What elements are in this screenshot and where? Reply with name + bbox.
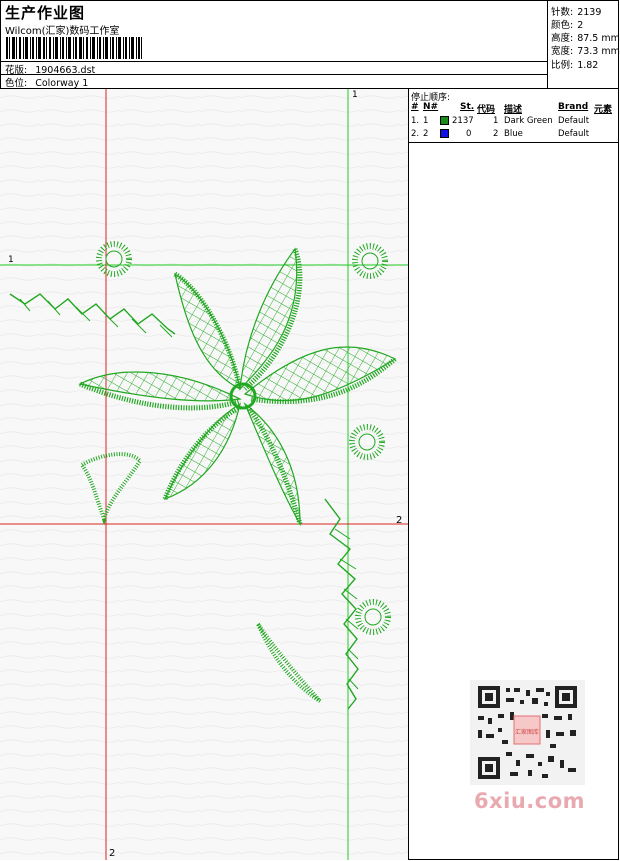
color-swatch bbox=[440, 116, 449, 125]
col-header: 描述 bbox=[504, 105, 523, 115]
col-header: # bbox=[411, 102, 419, 112]
sheet-header: 生产作业图 Wilcom(汇家)数码工作室 花版: 1904663.dst 色位… bbox=[0, 0, 620, 89]
col-header: Brand bbox=[558, 102, 589, 112]
stat-value: 73.3 mm bbox=[577, 46, 620, 57]
row-n: 2 bbox=[423, 129, 429, 139]
row-desc: Blue bbox=[504, 129, 523, 139]
stat-height: 高度: 87.5 mm bbox=[551, 30, 620, 44]
stat-value: 1.82 bbox=[577, 60, 599, 71]
design-canvas: 1 1 2 2 bbox=[0, 89, 409, 860]
colorway-row: 色位: Colorway 1 bbox=[5, 75, 88, 89]
stat-stitches: 针数: 2139 bbox=[551, 4, 601, 18]
col-header: St. bbox=[460, 102, 475, 112]
row-index: 1. bbox=[411, 116, 420, 126]
design-stats: 针数: 2139 颜色: 2 高度: 87.5 mm 宽度: 73.3 mm 比例: 1.… bbox=[547, 0, 620, 88]
stat-scale: 比例: 1.82 bbox=[551, 57, 598, 71]
colorway-value: Colorway 1 bbox=[35, 78, 89, 89]
row-stitches: 2137 bbox=[452, 116, 474, 126]
company-name: Wilcom(汇家)数码工作室 bbox=[5, 26, 120, 37]
col-header: 元素 bbox=[594, 105, 613, 115]
row-code: 2 bbox=[493, 129, 499, 139]
colorway-label: 色位: bbox=[5, 78, 28, 89]
guide-label: 1 bbox=[352, 90, 358, 100]
row-index: 2. bbox=[411, 129, 420, 139]
embroidery-preview: 1 1 2 2 bbox=[0, 89, 408, 860]
row-brand: Default bbox=[558, 116, 590, 126]
guide-label: 1 bbox=[8, 255, 14, 265]
stat-label: 宽度: bbox=[551, 46, 574, 57]
watermark-qr-code: 汇家图库 bbox=[470, 680, 585, 785]
row-brand: Default bbox=[558, 129, 590, 139]
row-stitches: 0 bbox=[466, 129, 472, 139]
col-header: 代码 bbox=[477, 105, 496, 115]
row-n: 1 bbox=[423, 116, 429, 126]
sheet-title: 生产作业图 bbox=[5, 4, 86, 22]
barcode bbox=[6, 37, 142, 59]
stat-label: 比例: bbox=[551, 60, 574, 71]
col-header: N# bbox=[423, 102, 439, 112]
stop-sequence-panel: 停止顺序: # N# St. 代码 描述 Brand 元素 1. 1 2137 … bbox=[409, 89, 619, 143]
stat-colors: 颜色: 2 bbox=[551, 17, 583, 31]
guide-label: 2 bbox=[396, 515, 402, 526]
row-code: 1 bbox=[493, 116, 499, 126]
row-desc: Dark Green bbox=[504, 116, 553, 126]
watermark-brand: 6xiu.com bbox=[474, 789, 586, 813]
stat-width: 宽度: 73.3 mm bbox=[551, 43, 620, 57]
color-swatch bbox=[440, 129, 449, 138]
guide-label: 2 bbox=[109, 848, 115, 859]
qr-label: 汇家图库 bbox=[515, 728, 539, 736]
